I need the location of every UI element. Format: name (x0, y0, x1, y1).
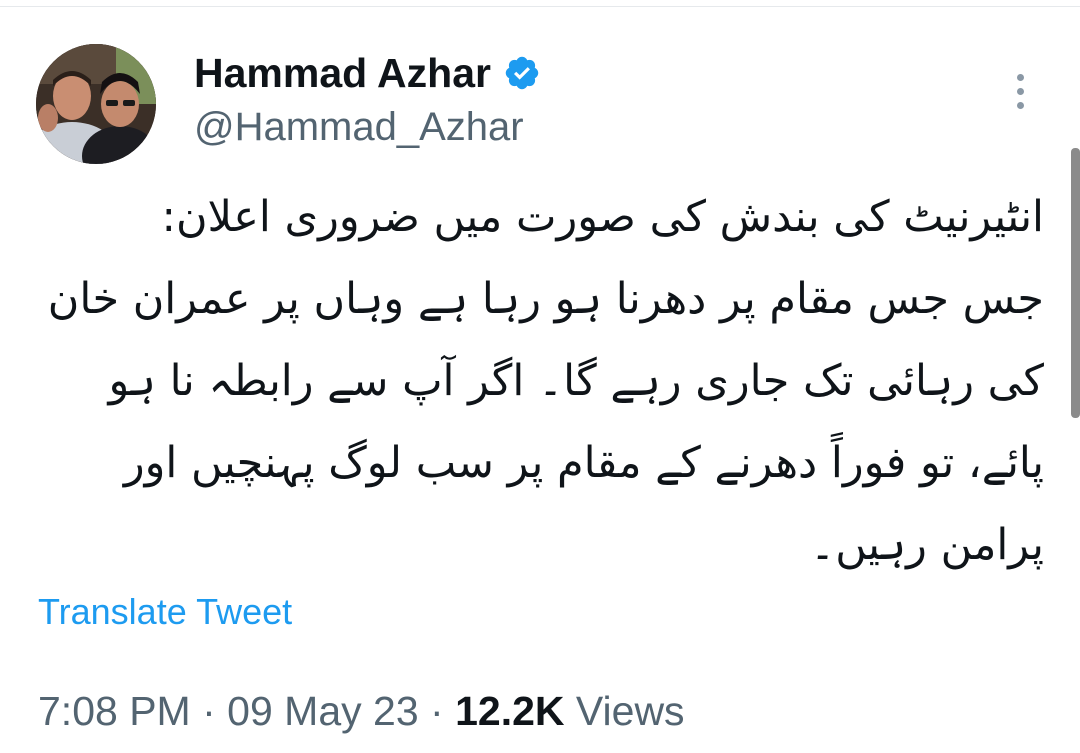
avatar[interactable] (36, 44, 156, 164)
tweet-meta: 7:08 PM · 09 May 23 · 12.2K Views (38, 686, 685, 736)
author-handle[interactable]: @Hammad_Azhar (194, 104, 524, 150)
verified-badge-icon (505, 56, 539, 90)
scrollbar[interactable] (1071, 148, 1080, 418)
tweet-line: جس جس مقام پر دھرنا ہو رہا ہے وہاں پر عم… (47, 274, 1044, 324)
tweet-line: کی رہائی تک جاری رہے گا۔ اگر آپ سے رابطہ… (108, 356, 1044, 406)
meta-separator: · (202, 688, 216, 734)
more-vertical-icon (1016, 87, 1024, 95)
tweet-date[interactable]: 09 May 23 (227, 688, 418, 734)
translate-tweet-link[interactable]: Translate Tweet (38, 590, 292, 634)
profile-photo-icon (36, 44, 156, 164)
more-vertical-icon (1016, 73, 1024, 81)
tweet-line: پرامن رہیں۔ (810, 520, 1044, 570)
tweet-line: انٹیرنیٹ کی بندش کی صورت میں ضروری اعلان… (161, 192, 1044, 242)
tweet-line: پائے، تو فوراً دھرنے کے مقام پر سب لوگ پ… (123, 438, 1044, 488)
author-name-row: Hammad Azhar (194, 50, 541, 96)
views-label: Views (575, 688, 685, 734)
meta-separator: · (430, 688, 444, 734)
views-count[interactable]: 12.2K (455, 688, 564, 734)
more-options-button[interactable] (1000, 66, 1040, 116)
tweet-time[interactable]: 7:08 PM (38, 688, 191, 734)
tweet-text: انٹیرنیٹ کی بندش کی صورت میں ضروری اعلان… (24, 176, 1044, 586)
top-divider (0, 6, 1080, 7)
display-name[interactable]: Hammad Azhar (194, 50, 491, 96)
more-vertical-icon (1016, 101, 1024, 109)
